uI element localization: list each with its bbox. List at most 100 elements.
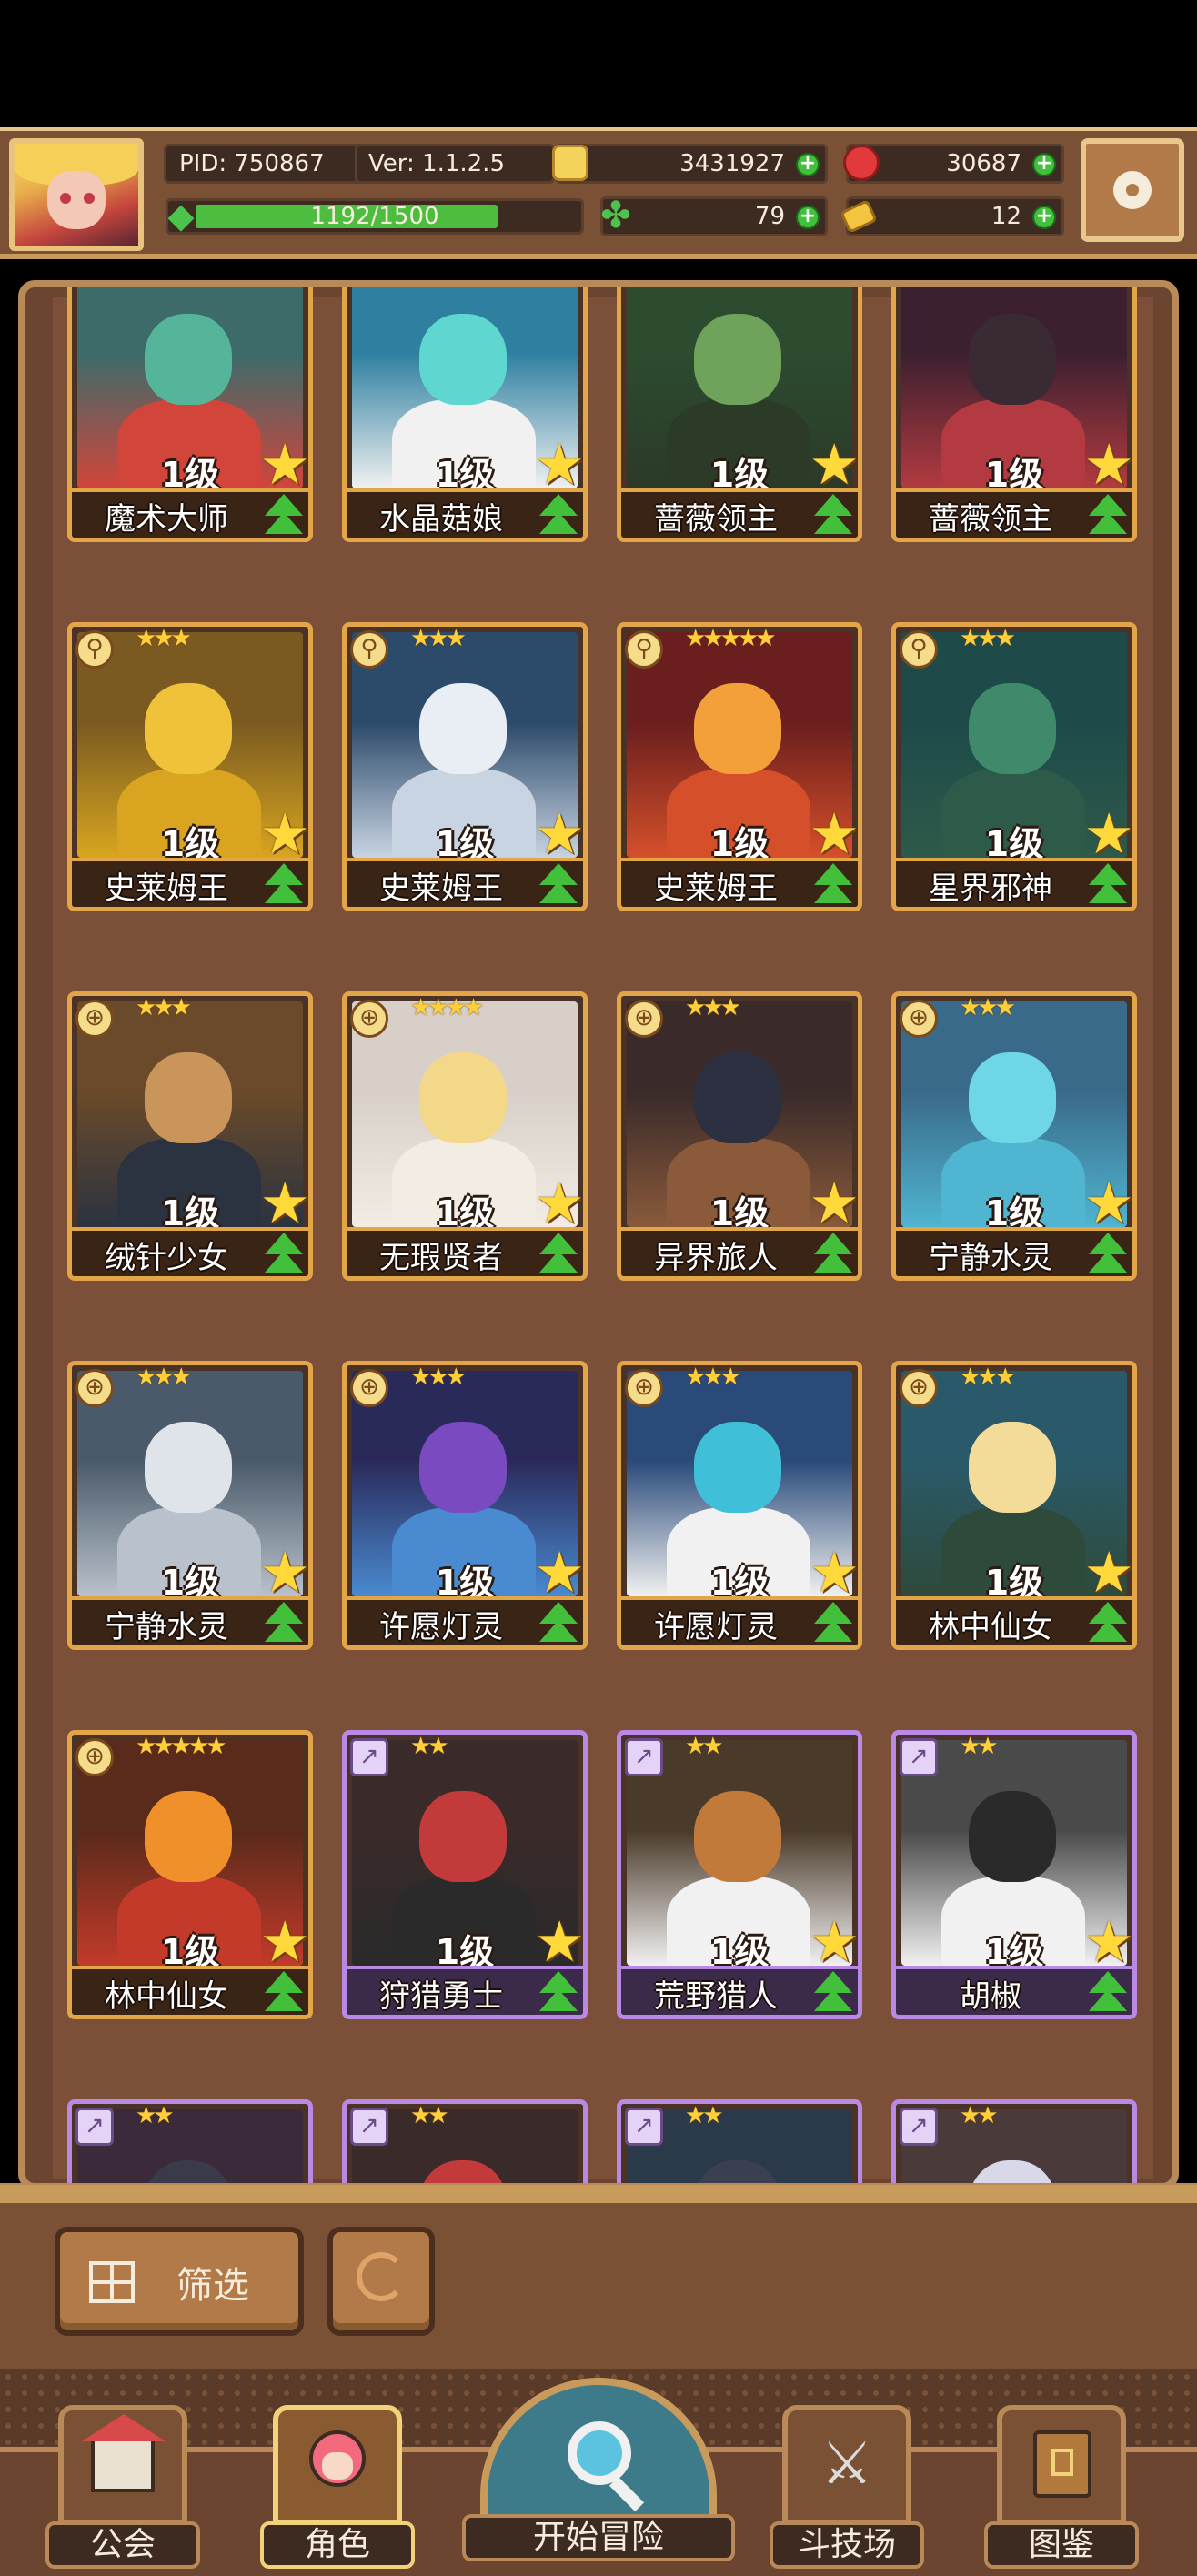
character-card[interactable]: ↗ ★★ 1级 ★ 荒野猎人 (617, 1730, 862, 2019)
rarity-stars: ★★ (685, 2102, 724, 2129)
grid-icon (89, 2261, 135, 2303)
bottom-navigation: 公会 角色 开始冒险 ⚔ 斗技场 图鉴 (0, 2369, 1197, 2576)
character-card[interactable]: 1级 ★ 魔术大师 (67, 287, 313, 542)
class-emblem-icon: ⊕ (625, 1000, 663, 1038)
character-card[interactable]: ⊕ ★★★ 1级 ★ 许愿灯灵 (617, 1361, 862, 1650)
class-emblem-icon: ⊕ (75, 1000, 114, 1038)
star-upgrade-icon: ★ (259, 800, 310, 867)
settings-button[interactable] (1081, 138, 1184, 242)
status-bar (0, 0, 1197, 127)
character-card[interactable]: ⊕ ★★★ 1级 ★ 绒针少女 (67, 991, 313, 1281)
star-upgrade-icon: ★ (534, 1539, 585, 1605)
filter-bar: 筛选 (0, 2183, 1197, 2374)
card-name: 无瑕贤者 (379, 1240, 503, 1276)
rank-up-arrow-icon (261, 494, 307, 536)
star-upgrade-icon: ★ (1083, 800, 1134, 867)
star-upgrade-icon: ★ (1083, 1539, 1134, 1605)
card-name: 绒针少女 (105, 1240, 228, 1276)
character-card[interactable]: ⊕ ★★★★★ 1级 ★ 林中仙女 (67, 1730, 313, 2019)
energy-text: 1192/1500 (310, 203, 439, 230)
adventure-magnifier-icon (568, 2421, 631, 2485)
rarity-stars: ★★★ (136, 625, 192, 652)
class-emblem-icon: ↗ (900, 1738, 938, 1776)
character-card[interactable]: ⚲ ★★★ 1级 ★ 史莱姆王 (342, 622, 588, 911)
class-emblem-icon: ↗ (625, 1738, 663, 1776)
card-name: 水晶菇娘 (379, 501, 503, 538)
red-gem-icon (843, 145, 880, 181)
player-avatar[interactable] (9, 138, 144, 251)
character-card-area[interactable]: 1级 ★ 魔术大师 1级 ★ 水晶菇娘 1级 ★ 蔷薇领主 1级 ★ 蔷薇领主 ⚲ ★★★ 1级 ★ 史莱姆王 ⚲… (18, 280, 1179, 2190)
character-card[interactable]: ⚲ ★★★ 1级 ★ 星界邪神 (891, 622, 1137, 911)
star-upgrade-icon: ★ (809, 1539, 860, 1605)
class-emblem-icon: ⊕ (625, 1369, 663, 1407)
rank-up-arrow-icon (810, 1971, 856, 2013)
add-ticket-button[interactable]: + (1032, 206, 1056, 229)
nav-codex-label: 图鉴 (984, 2521, 1139, 2569)
character-card[interactable]: ↗ ★★ 1级 ★ 胡椒 (891, 1730, 1137, 2019)
class-emblem-icon: ⚲ (75, 630, 114, 669)
rarity-stars: ★★★★★ (136, 1733, 227, 1760)
rank-up-arrow-icon (261, 1233, 307, 1274)
card-name: 胡椒 (960, 1978, 1021, 2015)
character-card[interactable]: ↗ ★★ 1级 ★ 狩猎勇士 (342, 1730, 588, 2019)
rarity-stars: ★★★★ (410, 994, 484, 1021)
add-gold-button[interactable]: + (796, 153, 820, 176)
character-card[interactable]: ⊕ ★★★ 1级 ★ 异界旅人 (617, 991, 862, 1281)
nav-character-label: 角色 (260, 2521, 415, 2569)
rank-up-arrow-icon (536, 1971, 581, 2013)
star-upgrade-icon: ★ (259, 1539, 310, 1605)
rank-up-arrow-icon (1085, 1971, 1131, 2013)
rank-up-arrow-icon (810, 1233, 856, 1274)
star-upgrade-icon: ★ (809, 1908, 860, 1975)
nav-arena[interactable]: ⚔ 斗技场 (770, 2405, 924, 2569)
card-name: 蔷薇领主 (654, 501, 778, 538)
ticket-counter: 12 + (840, 196, 1064, 236)
star-upgrade-icon: ★ (534, 1908, 585, 1975)
nav-character[interactable]: 角色 (260, 2405, 415, 2569)
character-card[interactable]: 1级 ★ 水晶菇娘 (342, 287, 588, 542)
rarity-stars: ★★★★★ (685, 625, 777, 652)
card-name: 许愿灯灵 (654, 1609, 778, 1645)
card-name: 史莱姆王 (105, 870, 228, 907)
rarity-stars: ★★★ (960, 994, 1016, 1021)
character-card[interactable]: ⊕ ★★★ 1级 ★ 林中仙女 (891, 1361, 1137, 1650)
class-emblem-icon: ⊕ (350, 1369, 388, 1407)
card-name: 宁静水灵 (105, 1609, 228, 1645)
character-card[interactable]: ↗ ★★ (67, 2099, 313, 2183)
character-card[interactable]: ↗ ★★ (617, 2099, 862, 2183)
character-card-grid: 1级 ★ 魔术大师 1级 ★ 水晶菇娘 1级 ★ 蔷薇领主 1级 ★ 蔷薇领主 ⚲ ★★★ 1级 ★ 史莱姆王 ⚲… (53, 287, 1153, 2183)
nav-codex[interactable]: 图鉴 (984, 2405, 1139, 2569)
rarity-stars: ★★ (960, 1733, 999, 1760)
ticket-icon (840, 199, 878, 234)
class-emblem-icon: ↗ (350, 2108, 388, 2146)
nav-guild[interactable]: 公会 (45, 2405, 200, 2569)
rarity-stars: ★★★ (960, 625, 1016, 652)
filter-button[interactable]: 筛选 (55, 2227, 304, 2336)
rank-up-arrow-icon (810, 1602, 856, 1644)
class-emblem-icon: ⚲ (625, 630, 663, 669)
class-emblem-icon: ↗ (625, 2108, 663, 2146)
crossed-swords-icon: ⚔ (820, 2430, 873, 2498)
character-card[interactable]: 1级 ★ 蔷薇领主 (617, 287, 862, 542)
character-card[interactable]: 1级 ★ 蔷薇领主 (891, 287, 1137, 542)
card-name: 林中仙女 (105, 1978, 228, 2015)
character-card[interactable]: ⊕ ★★★★ 1级 ★ 无瑕贤者 (342, 991, 588, 1281)
character-card[interactable]: ↗ ★★ (891, 2099, 1137, 2183)
reset-filter-button[interactable] (327, 2227, 435, 2336)
card-name: 史莱姆王 (654, 870, 778, 907)
nav-start-adventure[interactable]: 开始冒险 (462, 2378, 735, 2561)
character-card[interactable]: ⚲ ★★★★★ 1级 ★ 史莱姆王 (617, 622, 862, 911)
card-name: 魔术大师 (105, 501, 228, 538)
star-upgrade-icon: ★ (259, 1908, 310, 1975)
player-info-panel: PID: 750867 Ver: 1.1.2.5 3431927 + 30687… (155, 140, 1064, 249)
character-card[interactable]: ⊕ ★★★ 1级 ★ 许愿灯灵 (342, 1361, 588, 1650)
rarity-stars: ★★★ (685, 994, 741, 1021)
character-card[interactable]: ⊕ ★★★ 1级 ★ 宁静水灵 (67, 1361, 313, 1650)
character-card[interactable]: ⚲ ★★★ 1级 ★ 史莱姆王 (67, 622, 313, 911)
rank-up-arrow-icon (1085, 863, 1131, 905)
character-card[interactable]: ↗ ★★ (342, 2099, 588, 2183)
gold-coin-icon (552, 145, 588, 181)
add-gem-button[interactable]: + (1032, 153, 1056, 176)
add-clover-button[interactable]: + (796, 206, 820, 229)
character-card[interactable]: ⊕ ★★★ 1级 ★ 宁静水灵 (891, 991, 1137, 1281)
